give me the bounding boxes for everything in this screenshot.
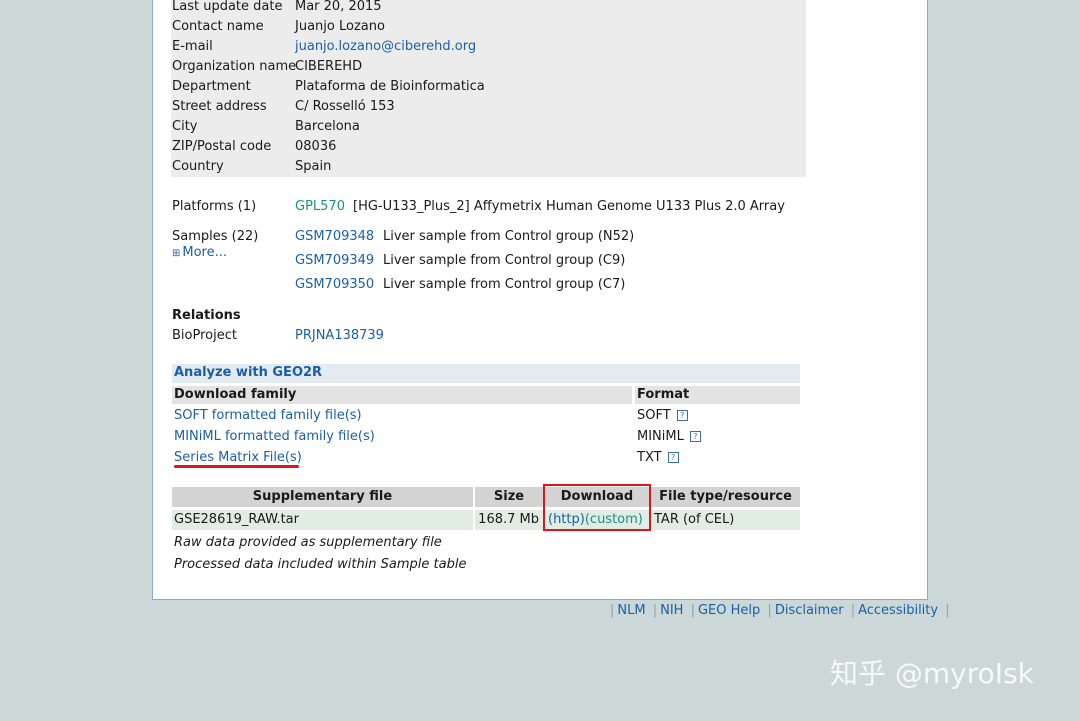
format-soft-label: SOFT — [637, 408, 671, 423]
label-city: City — [172, 119, 198, 134]
footer-sep: | — [945, 603, 950, 618]
label-department: Department — [172, 79, 251, 94]
supp-header-size: Size — [475, 487, 543, 507]
value-organization: CIBEREHD — [295, 59, 363, 74]
label-organization: Organization name — [172, 59, 297, 74]
supp-note-processed: Processed data included within Sample ta… — [174, 557, 467, 572]
footer-sep: | — [767, 603, 772, 618]
supp-size: 168.7 Mb — [478, 512, 539, 527]
format-soft: SOFT? — [637, 408, 688, 423]
geo2r-bar: Analyze with GEO2R — [172, 364, 800, 383]
series-matrix-link[interactable]: Series Matrix File(s) — [174, 450, 302, 465]
label-contact-name: Contact name — [172, 19, 264, 34]
value-street: C/ Rosselló 153 — [295, 99, 395, 114]
sample-description: Liver sample from Control group (C9) — [383, 253, 626, 268]
samples-label: Samples (22) — [172, 229, 259, 244]
supp-header-file: Supplementary file — [172, 487, 473, 507]
value-last-update: Mar 20, 2015 — [295, 0, 382, 14]
supp-type: TAR (of CEL) — [654, 512, 735, 527]
red-box-annotation — [543, 484, 651, 531]
label-email: E-mail — [172, 39, 213, 54]
red-underline-annotation — [174, 465, 299, 468]
label-street: Street address — [172, 99, 267, 114]
supp-file-name: GSE28619_RAW.tar — [174, 512, 299, 527]
format-miniml: MINiML? — [637, 429, 701, 444]
help-icon[interactable]: ? — [676, 410, 688, 421]
footer-sep: | — [690, 603, 695, 618]
help-icon[interactable]: ? — [689, 431, 701, 442]
download-family-header: Download family — [174, 387, 297, 402]
footer-nlm-link[interactable]: NLM — [617, 603, 645, 618]
relations-heading: Relations — [172, 308, 241, 323]
sample-description: Liver sample from Control group (C7) — [383, 277, 626, 292]
samples-more-link[interactable]: ⊞ More... — [172, 245, 227, 260]
sample-link[interactable]: GSM709349 — [295, 253, 374, 268]
footer-accessibility-link[interactable]: Accessibility — [858, 603, 938, 618]
footer-sep: | — [850, 603, 856, 618]
supp-size-cell: 168.7 Mb — [475, 510, 543, 530]
footer-sep: | — [652, 603, 658, 618]
footer-sep: | — [610, 603, 615, 618]
format-miniml-label: MINiML — [637, 429, 684, 444]
platforms-label: Platforms (1) — [172, 199, 257, 214]
format-txt: TXT? — [637, 450, 679, 465]
footer-nih-link[interactable]: NIH — [660, 603, 683, 618]
footer-geo-help-link[interactable]: GEO Help — [698, 603, 760, 618]
format-txt-label: TXT — [637, 450, 662, 465]
supp-header-type: File type/resource — [651, 487, 800, 507]
value-department: Plataforma de Bioinformatica — [295, 79, 485, 94]
email-link[interactable]: juanjo.lozano@ciberehd.org — [295, 39, 476, 54]
format-header: Format — [637, 387, 690, 402]
bioproject-link[interactable]: PRJNA138739 — [295, 328, 384, 343]
platform-description: [HG-U133_Plus_2] Affymetrix Human Genome… — [353, 199, 785, 214]
value-zip: 08036 — [295, 139, 337, 154]
sample-link[interactable]: GSM709348 — [295, 229, 374, 244]
sample-link[interactable]: GSM709350 — [295, 277, 374, 292]
help-icon[interactable]: ? — [667, 452, 679, 463]
sample-description: Liver sample from Control group (N52) — [383, 229, 635, 244]
label-country: Country — [172, 159, 224, 174]
soft-family-link[interactable]: SOFT formatted family file(s) — [174, 408, 362, 423]
analyze-geo2r-link[interactable]: Analyze with GEO2R — [174, 365, 322, 380]
samples-more-label: More... — [182, 245, 228, 260]
expand-plus-icon: ⊞ — [172, 248, 181, 259]
value-country: Spain — [295, 159, 332, 174]
footer-disclaimer-link[interactable]: Disclaimer — [775, 603, 844, 618]
footer-links: | NLM | NIH | GEO Help | Disclaimer | Accessi… — [607, 603, 953, 618]
value-contact-name: Juanjo Lozano — [295, 19, 385, 34]
geo-series-panel: Last update date Mar 20, 2015 Contact na… — [152, 0, 928, 600]
supp-note-raw: Raw data provided as supplementary file — [174, 535, 442, 550]
zhihu-watermark: 知乎 @myroIsk — [830, 657, 1034, 690]
miniml-family-link[interactable]: MINiML formatted family file(s) — [174, 429, 375, 444]
label-last-update: Last update date — [172, 0, 283, 14]
label-zip: ZIP/Postal code — [172, 139, 272, 154]
supp-file-cell: GSE28619_RAW.tar — [172, 510, 473, 530]
platform-gpl570-link[interactable]: GPL570 — [295, 199, 345, 214]
supp-type-cell: TAR (of CEL) — [651, 510, 800, 530]
bioproject-label: BioProject — [172, 328, 237, 343]
value-city: Barcelona — [295, 119, 360, 134]
